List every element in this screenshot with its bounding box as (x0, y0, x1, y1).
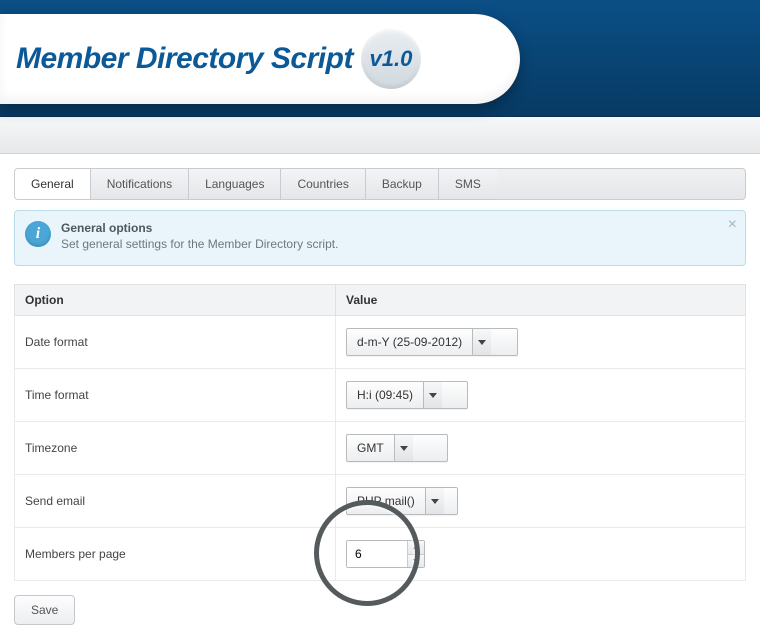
table-row: Date format d-m-Y (25-09-2012) (15, 316, 746, 369)
option-label: Send email (15, 475, 336, 528)
select-value: PHP mail() (347, 488, 425, 514)
send-email-select[interactable]: PHP mail() (346, 487, 458, 515)
table-row: Time format H:i (09:45) (15, 369, 746, 422)
table-row: Send email PHP mail() (15, 475, 746, 528)
app-title: Member Directory Script (16, 42, 353, 76)
tab-countries[interactable]: Countries (281, 169, 365, 199)
info-title: General options (61, 221, 717, 235)
stepper-down-icon[interactable] (408, 554, 424, 568)
header-bubble: Member Directory Script v1.0 (0, 14, 520, 104)
info-description: Set general settings for the Member Dire… (61, 237, 717, 251)
info-icon: i (25, 221, 51, 247)
version-badge: v1.0 (361, 29, 421, 89)
tab-notifications[interactable]: Notifications (91, 169, 189, 199)
settings-tabs: General Notifications Languages Countrie… (14, 168, 746, 200)
tab-general[interactable]: General (15, 169, 91, 199)
select-value: GMT (347, 435, 394, 461)
select-value: H:i (09:45) (347, 382, 423, 408)
table-row: Members per page (15, 528, 746, 581)
option-label: Timezone (15, 422, 336, 475)
tab-backup[interactable]: Backup (366, 169, 439, 199)
time-format-select[interactable]: H:i (09:45) (346, 381, 468, 409)
table-row: Timezone GMT (15, 422, 746, 475)
col-header-value: Value (336, 285, 746, 316)
option-label: Time format (15, 369, 336, 422)
timezone-select[interactable]: GMT (346, 434, 448, 462)
save-button[interactable]: Save (14, 595, 75, 625)
chevron-down-icon (394, 435, 413, 461)
option-label: Members per page (15, 528, 336, 581)
stepper-up-icon[interactable] (408, 541, 424, 554)
tab-languages[interactable]: Languages (189, 169, 281, 199)
tab-sms[interactable]: SMS (439, 169, 497, 199)
close-icon[interactable]: × (728, 217, 737, 233)
content-area: General Notifications Languages Countrie… (0, 154, 760, 640)
col-header-option: Option (15, 285, 336, 316)
chevron-down-icon (423, 382, 442, 408)
option-label: Date format (15, 316, 336, 369)
select-value: d-m-Y (25-09-2012) (347, 329, 472, 355)
info-box: i General options Set general settings f… (14, 210, 746, 266)
date-format-select[interactable]: d-m-Y (25-09-2012) (346, 328, 518, 356)
members-per-page-stepper[interactable] (346, 540, 425, 568)
app-header: Member Directory Script v1.0 (0, 0, 760, 117)
chevron-down-icon (472, 329, 491, 355)
members-per-page-input[interactable] (347, 541, 407, 567)
top-navbar (0, 117, 760, 154)
settings-table: Option Value Date format d-m-Y (25-09-20… (14, 284, 746, 581)
chevron-down-icon (425, 488, 444, 514)
